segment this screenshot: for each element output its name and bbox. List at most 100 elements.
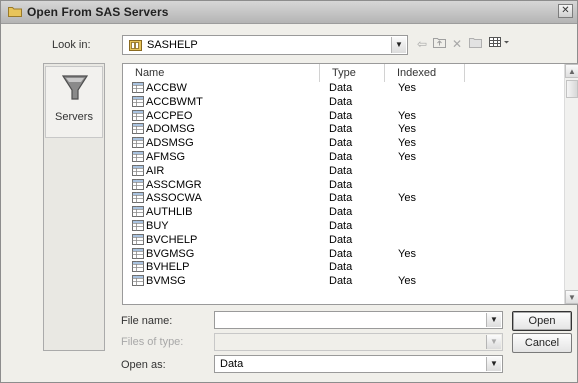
table-row[interactable]: ACCBW Data Yes [123,81,565,95]
openas-value: Data [220,358,244,370]
file-type: Data [329,233,353,246]
file-indexed: Yes [398,123,416,136]
back-icon[interactable]: ⇦ [415,36,429,52]
file-name: ACCBW [146,82,187,94]
dataset-icon [132,233,144,245]
file-type: Data [329,164,353,177]
chevron-down-icon: ▼ [490,315,498,324]
file-name: ADOMSG [146,123,195,136]
file-indexed: Yes [398,137,416,150]
table-row[interactable]: BVHELP Data [123,260,565,274]
file-type: Data [329,95,353,108]
close-button[interactable]: ✕ [558,4,573,18]
close-icon: ✕ [561,5,570,16]
file-type: Data [329,206,353,219]
file-type: Data [329,109,353,122]
places-bar: Servers [43,63,105,351]
lookin-dropdown-button[interactable]: ▼ [391,37,406,53]
table-row[interactable]: ASSCMGR Data [123,178,565,192]
delete-icon[interactable]: ✕ [451,36,463,52]
dataset-icon [132,82,144,93]
file-type: Data [329,261,353,274]
table-row[interactable]: BVCHELP Data [123,233,565,247]
file-indexed: Yes [398,192,416,205]
file-indexed: Yes [398,247,416,260]
file-indexed: Yes [398,109,416,122]
file-type: Data [329,150,353,163]
servers-icon [60,73,90,103]
file-type: Data [329,275,353,288]
file-name: AUTHLIB [146,206,193,219]
chevron-down-icon: ▼ [395,40,403,49]
file-name: AIR [146,164,165,177]
dataset-icon [132,219,144,231]
filename-dropdown-button[interactable]: ▼ [486,313,501,327]
file-list[interactable]: Name Type Indexed ACCBW Data Yes ACCBWMT Dat… [122,63,578,305]
open-button[interactable]: Open [512,311,572,331]
dataset-icon [132,109,144,121]
table-row[interactable]: ADOMSG Data Yes [123,122,565,136]
dataset-icon [132,206,144,218]
dataset-icon [132,261,144,273]
cancel-button[interactable]: Cancel [512,333,572,353]
table-row[interactable]: BVGMSG Data Yes [123,247,565,261]
filetype-label: Files of type: [121,336,184,348]
table-row[interactable]: AUTHLIB Data [123,205,565,219]
table-row[interactable]: AIR Data [123,164,565,178]
file-rows: ACCBW Data Yes ACCBWMT Data ACCPEO Data Yes ADOM… [123,81,565,288]
scroll-thumb[interactable] [566,80,578,98]
dataset-icon [132,95,144,107]
servers-label: Servers [55,111,93,123]
file-name: BUY [146,219,169,232]
openas-dropdown-button[interactable]: ▼ [486,357,501,371]
dataset-icon [132,247,144,259]
file-name: ACCBWMT [146,95,203,108]
file-type: Data [329,123,353,136]
file-type: Data [329,247,353,260]
window-title: Open From SAS Servers [27,5,169,19]
dataset-icon [132,123,144,135]
column-header-type[interactable]: Type [320,64,385,82]
table-row[interactable]: AFMSG Data Yes [123,150,565,164]
chevron-down-icon: ▼ [490,359,498,368]
table-row[interactable]: ACCBWMT Data [123,95,565,109]
file-type: Data [329,219,353,232]
lookin-label: Look in: [52,39,91,51]
library-icon [129,39,142,51]
chevron-down-icon: ▼ [490,337,498,346]
table-row[interactable]: ACCPEO Data Yes [123,109,565,123]
file-type: Data [329,178,353,191]
lookin-value: SASHELP [147,39,198,51]
file-name: AFMSG [146,150,186,163]
open-dialog: Open From SAS Servers ✕ Look in: SASHELP… [0,0,578,383]
table-row[interactable]: BVMSG Data Yes [123,274,565,288]
filename-field[interactable]: ▼ [214,311,503,329]
scroll-up-button[interactable]: ▲ [565,64,578,78]
file-type: Data [329,192,353,205]
lookin-combo[interactable]: SASHELP ▼ [122,35,408,55]
openas-select[interactable]: Data ▼ [214,355,503,373]
title-bar[interactable]: Open From SAS Servers ✕ [1,1,577,24]
table-row[interactable]: ASSOCWA Data Yes [123,191,565,205]
dataset-icon [132,150,144,162]
column-header-indexed[interactable]: Indexed [385,64,465,82]
views-menu-icon[interactable] [488,36,512,52]
up-folder-icon[interactable] [432,36,446,52]
column-header-name[interactable]: Name [123,64,320,82]
file-name: ACCPEO [146,109,193,122]
file-indexed: Yes [398,150,416,163]
filename-label: File name: [121,315,173,327]
filetype-select[interactable]: ▼ [214,333,503,351]
vertical-scrollbar[interactable]: ▲ ▼ [564,64,578,304]
table-row[interactable]: BUY Data [123,219,565,233]
file-type: Data [329,82,353,94]
chevron-up-icon: ▲ [568,67,576,76]
file-name: BVHELP [146,261,190,274]
dataset-icon [132,275,144,287]
servers-place-button[interactable]: Servers [45,66,103,138]
filetype-dropdown-button[interactable]: ▼ [486,335,501,349]
table-row[interactable]: ADSMSG Data Yes [123,136,565,150]
scroll-down-button[interactable]: ▼ [565,290,578,304]
new-folder-icon[interactable] [468,36,482,52]
file-name: BVMSG [146,275,186,288]
